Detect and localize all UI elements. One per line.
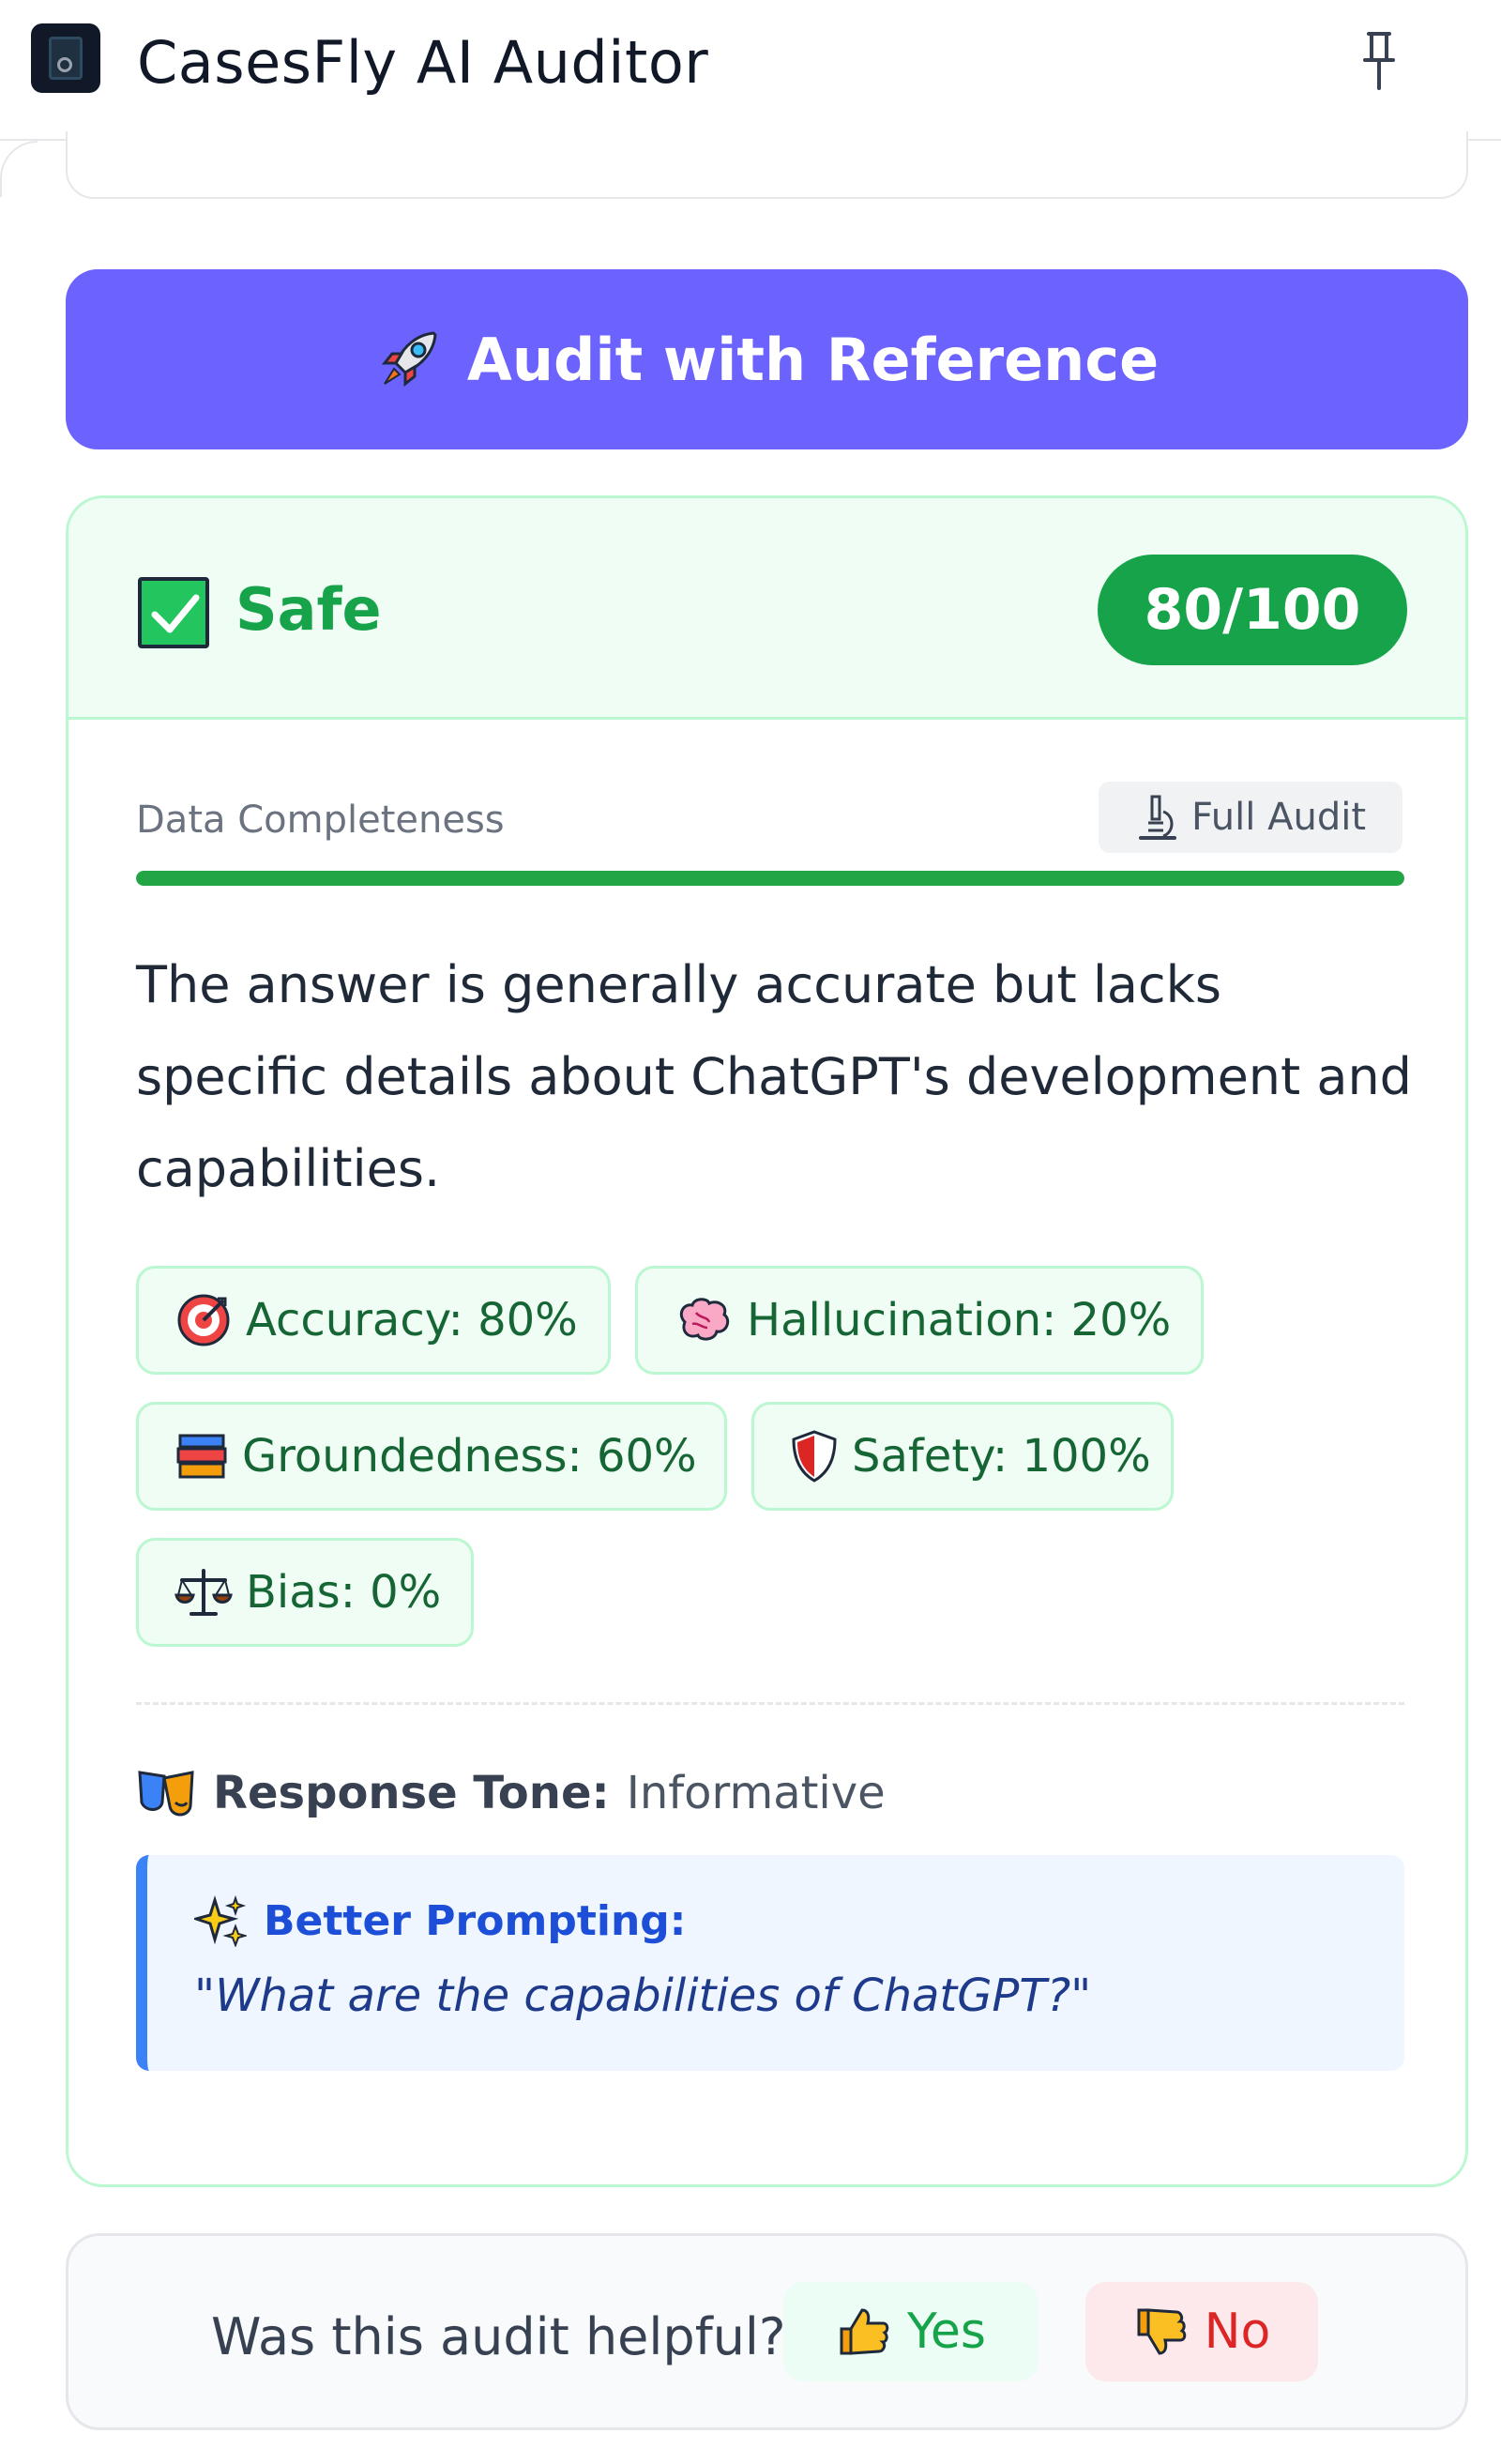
target-icon [177, 1294, 230, 1346]
sparkles-icon [194, 1894, 247, 1947]
app-header: CasesFly AI Auditor [0, 0, 1501, 141]
app-logo-icon [31, 23, 100, 93]
metric-label: Groundedness: 60% [242, 1430, 697, 1483]
audit-summary: The answer is generally accurate but lac… [136, 955, 1412, 1198]
books-icon [176, 1434, 227, 1479]
metric-hallucination: Hallucination: 20% [635, 1266, 1204, 1375]
tone-value: Informative [626, 1767, 886, 1819]
no-label: No [1204, 2304, 1271, 2360]
metric-label: Bias: 0% [246, 1566, 442, 1619]
metric-safety: Safety: 100% [751, 1402, 1174, 1511]
tip-title-row: Better Prompting: [194, 1894, 686, 1947]
feedback-card: Was this audit helpful? Yes No [66, 2233, 1468, 2430]
metric-label: Accuracy: 80% [246, 1294, 578, 1346]
check-icon [138, 577, 209, 648]
feedback-no-button[interactable]: No [1085, 2282, 1318, 2381]
masks-icon [138, 1771, 194, 1817]
metric-groundedness: Groundedness: 60% [136, 1402, 727, 1511]
brain-icon [679, 1298, 730, 1341]
audit-button-label: Audit with Reference [466, 325, 1160, 394]
section-divider [136, 1702, 1404, 1705]
full-audit-label: Full Audit [1190, 796, 1366, 839]
metric-label: Safety: 100% [852, 1430, 1151, 1483]
shield-icon [792, 1430, 837, 1483]
audit-result-card: Safe 80/100 Data Completeness Full Audit… [66, 495, 1468, 2187]
audit-with-reference-button[interactable]: Audit with Reference [66, 269, 1468, 449]
microscope-icon [1138, 795, 1176, 840]
tone-label: Response Tone: [213, 1767, 610, 1819]
yes-label: Yes [907, 2304, 986, 2360]
verdict-label: Safe [235, 575, 382, 644]
suggested-prompt[interactable]: "What are the capabilities of ChatGPT?" [194, 1970, 1091, 2022]
metric-label: Hallucination: 20% [747, 1294, 1172, 1346]
pin-icon[interactable] [1356, 28, 1402, 94]
panel-edge [0, 141, 38, 197]
feedback-question: Was this audit helpful? [211, 2307, 786, 2366]
app-title: CasesFly AI Auditor [137, 28, 709, 97]
thumbs-up-icon [840, 2308, 889, 2355]
rocket-icon [381, 331, 437, 388]
completeness-label: Data Completeness [136, 799, 505, 842]
metric-bias: Bias: 0% [136, 1538, 474, 1647]
thumbs-down-icon [1137, 2308, 1186, 2355]
completeness-progress-fill [136, 871, 1404, 886]
scales-icon [174, 1569, 233, 1616]
response-tone-row: Response Tone: Informative [136, 1760, 886, 1826]
previous-card [66, 131, 1468, 199]
tip-title: Better Prompting: [264, 1896, 687, 1945]
feedback-yes-button[interactable]: Yes [783, 2282, 1039, 2381]
metric-accuracy: Accuracy: 80% [136, 1266, 611, 1375]
completeness-progress-bar [136, 871, 1404, 886]
result-header: Safe 80/100 [68, 498, 1465, 720]
better-prompting-box: Better Prompting: "What are the capabili… [136, 1855, 1404, 2071]
full-audit-badge: Full Audit [1099, 782, 1402, 853]
score-badge: 80/100 [1098, 555, 1407, 665]
